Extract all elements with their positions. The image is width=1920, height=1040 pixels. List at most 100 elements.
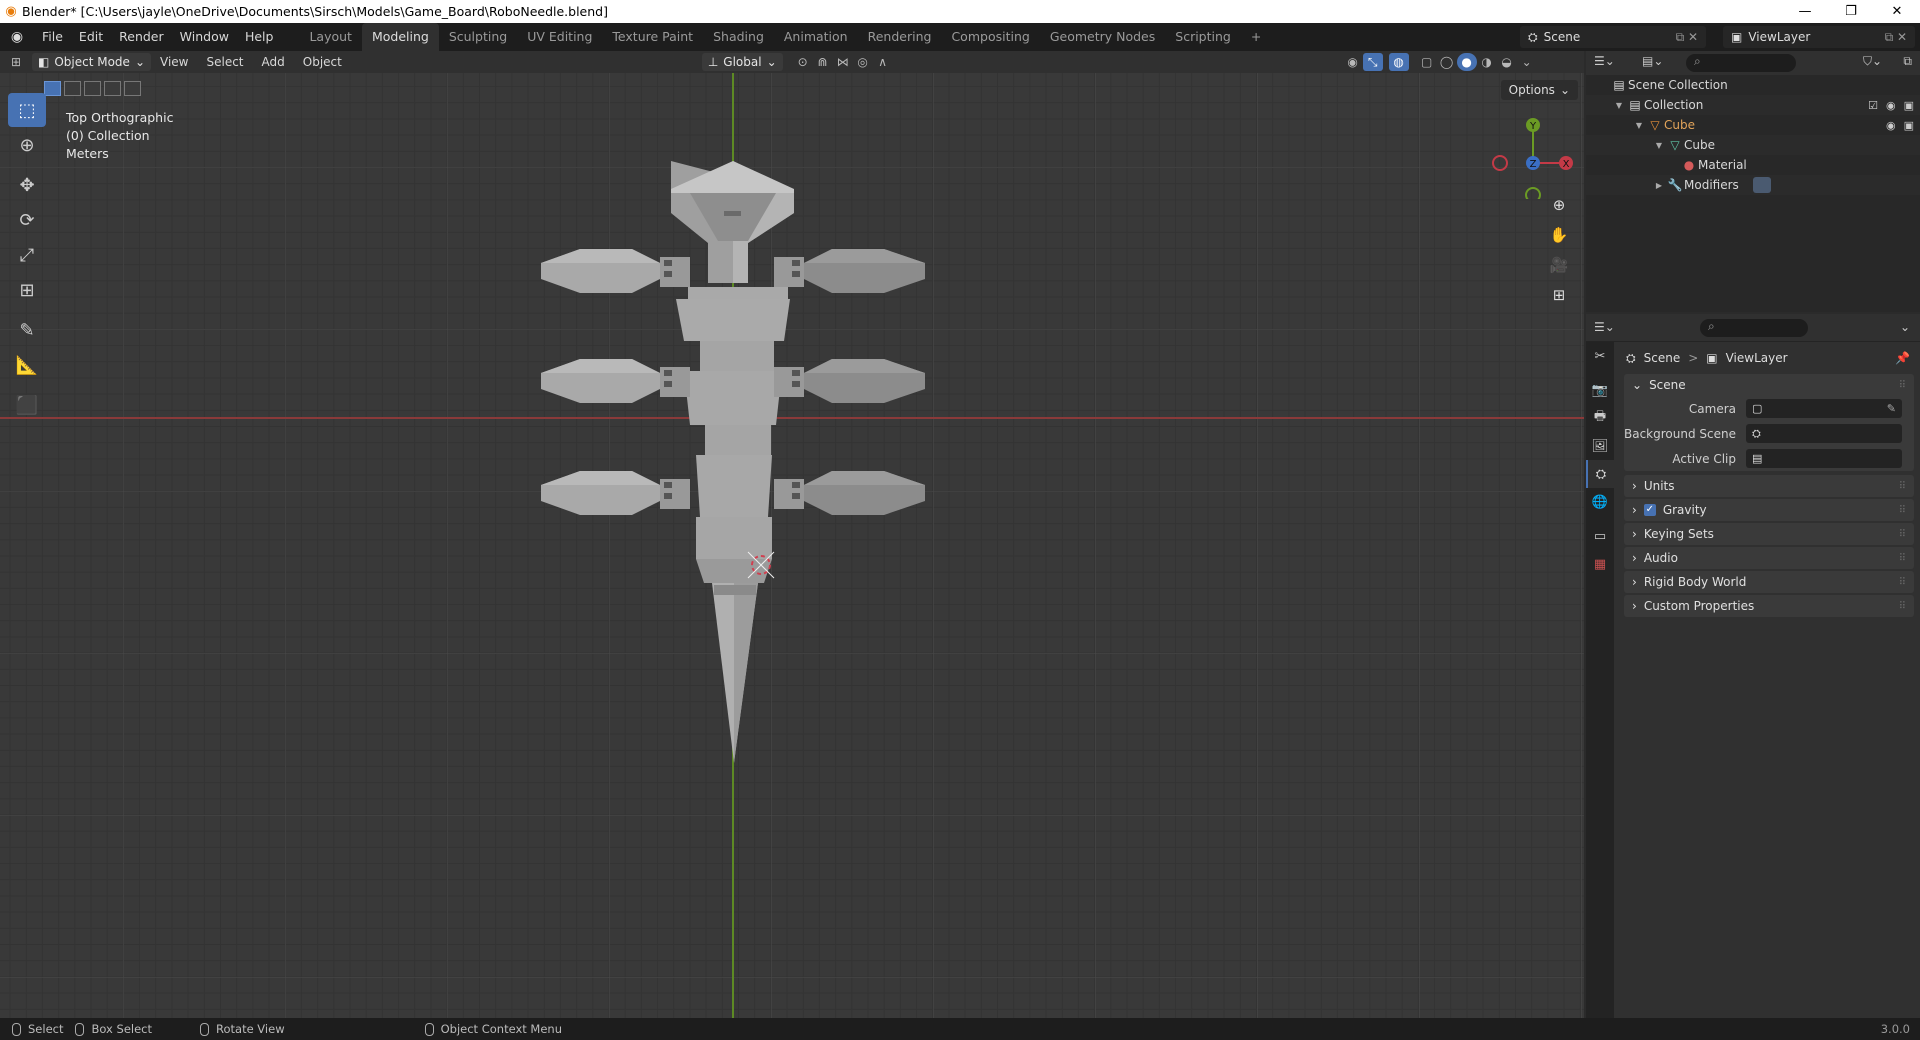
tab-texture-paint[interactable]: Texture Paint: [602, 23, 703, 51]
new-view-layer-icon[interactable]: ⧉ ✕: [1885, 30, 1907, 45]
tab-sculpting[interactable]: Sculpting: [439, 23, 517, 51]
properties-editor-icon[interactable]: ☰⌄: [1594, 320, 1615, 334]
menu-window[interactable]: Window: [172, 23, 237, 51]
texture-tab-icon[interactable]: ▦: [1586, 550, 1614, 578]
camera-render-icon[interactable]: ▣: [1904, 119, 1914, 132]
blender-menu-icon[interactable]: ◉: [0, 29, 34, 45]
tab-rendering[interactable]: Rendering: [858, 23, 942, 51]
world-tab-icon[interactable]: 🌐: [1586, 488, 1614, 516]
outliner-editor-icon[interactable]: ☰⌄: [1594, 54, 1615, 68]
maximize-button[interactable]: ❐: [1828, 4, 1874, 19]
tab-geometry-nodes[interactable]: Geometry Nodes: [1040, 23, 1165, 51]
display-mode-icon[interactable]: ▤⌄: [1642, 54, 1663, 68]
snap-icon[interactable]: ⋒: [813, 53, 833, 71]
falloff-icon[interactable]: ∧: [873, 53, 893, 71]
editor-type-icon[interactable]: ⊞: [6, 53, 26, 71]
drag-handle-icon[interactable]: ⠿: [1899, 481, 1906, 492]
xray-toggle-icon[interactable]: ▢: [1417, 53, 1437, 71]
overlay-toggle-icon[interactable]: ◍: [1388, 53, 1409, 71]
collection-tab-icon[interactable]: ▭: [1586, 522, 1614, 550]
tab-animation[interactable]: Animation: [774, 23, 858, 51]
menu-render[interactable]: Render: [111, 23, 172, 51]
eyedropper-icon[interactable]: ✎: [1887, 402, 1896, 415]
tab-scripting[interactable]: Scripting: [1165, 23, 1241, 51]
new-collection-icon[interactable]: ⧉: [1903, 54, 1912, 69]
rigid-body-world-panel[interactable]: › Rigid Body World ⠿: [1624, 571, 1914, 593]
zoom-icon[interactable]: ⊕: [1547, 193, 1571, 217]
menu-select[interactable]: Select: [197, 55, 252, 69]
menu-help[interactable]: Help: [237, 23, 282, 51]
outliner-row-modifiers[interactable]: ▶ 🔧 Modifiers: [1586, 175, 1920, 195]
output-tab-icon[interactable]: 🖶: [1586, 404, 1614, 432]
gizmo-neg-x-axis[interactable]: [1492, 155, 1508, 171]
units-panel[interactable]: › Units ⠿: [1624, 475, 1914, 497]
camera-render-icon[interactable]: ▣: [1904, 99, 1914, 112]
3d-cursor-icon[interactable]: [747, 551, 775, 579]
proportional-editing-icon[interactable]: ◎: [853, 53, 873, 71]
menu-object[interactable]: Object: [294, 55, 351, 69]
properties-search-input[interactable]: ⌕: [1700, 319, 1808, 337]
active-clip-field[interactable]: ▤: [1746, 449, 1902, 468]
3d-viewport[interactable]: ⬚ ⊕ ✥ ⟳ ⤢ ⊞ ✎ 📐 ⬛ Top Orthographic (0) C…: [0, 73, 1584, 1018]
eye-icon[interactable]: ◉: [1886, 119, 1896, 132]
outliner-row-cube-mesh[interactable]: ▼ ▽ Cube: [1586, 135, 1920, 155]
outliner-row-scene-collection[interactable]: ▤ Scene Collection: [1586, 75, 1920, 95]
close-button[interactable]: ✕: [1874, 4, 1920, 19]
outliner-row-collection[interactable]: ▼ ▤ Collection ☑ ◉ ▣: [1586, 95, 1920, 115]
camera-field[interactable]: ▢ ✎: [1746, 399, 1902, 418]
view-layer-selector[interactable]: ▣ ViewLayer ⧉ ✕: [1723, 26, 1915, 48]
menu-view[interactable]: View: [151, 55, 197, 69]
chevron-down-icon[interactable]: ⌄: [1900, 320, 1910, 334]
navigation-gizmo[interactable]: Y X Z: [1488, 109, 1578, 199]
view-layer-tab-icon[interactable]: 🖼: [1586, 432, 1614, 460]
add-workspace-button[interactable]: +: [1241, 23, 1271, 51]
snap-target-icon[interactable]: ⋈: [833, 53, 853, 71]
custom-properties-panel[interactable]: › Custom Properties ⠿: [1624, 595, 1914, 617]
tab-layout[interactable]: Layout: [299, 23, 362, 51]
keying-sets-panel[interactable]: › Keying Sets ⠿: [1624, 523, 1914, 545]
audio-panel[interactable]: › Audio ⠿: [1624, 547, 1914, 569]
eye-icon[interactable]: ◉: [1886, 99, 1896, 112]
outliner-row-material[interactable]: ● Material: [1586, 155, 1920, 175]
drag-handle-icon[interactable]: ⠿: [1899, 553, 1906, 564]
perspective-grid-icon[interactable]: ⊞: [1547, 283, 1571, 307]
minimize-button[interactable]: —: [1782, 4, 1828, 19]
material-preview-icon[interactable]: ◑: [1477, 53, 1497, 71]
new-scene-icon[interactable]: ⧉ ✕: [1676, 30, 1698, 45]
gravity-panel[interactable]: › ✓ Gravity ⠿: [1624, 499, 1914, 521]
menu-file[interactable]: File: [34, 23, 71, 51]
visibility-icon[interactable]: ◉: [1343, 53, 1363, 71]
expand-triangle-icon[interactable]: ▼: [1652, 141, 1666, 150]
wireframe-shading-icon[interactable]: ◯: [1437, 53, 1457, 71]
solid-shading-icon[interactable]: ●: [1456, 53, 1477, 71]
tool-tab-icon[interactable]: ✂: [1586, 342, 1614, 370]
drag-handle-icon[interactable]: ⠿: [1899, 529, 1906, 540]
pivot-point-icon[interactable]: ⊙: [793, 53, 813, 71]
scene-panel-header[interactable]: ⌄ Scene ⠿: [1624, 374, 1914, 396]
tab-compositing[interactable]: Compositing: [941, 23, 1039, 51]
drag-handle-icon[interactable]: ⠿: [1899, 505, 1906, 516]
outliner-search-input[interactable]: ⌕: [1686, 54, 1796, 72]
pin-icon[interactable]: 📌: [1895, 351, 1910, 365]
exclude-checkbox-icon[interactable]: ☑: [1868, 99, 1878, 112]
pan-hand-icon[interactable]: ✋: [1547, 223, 1571, 247]
expand-triangle-icon[interactable]: ▼: [1632, 121, 1646, 130]
menu-edit[interactable]: Edit: [71, 23, 111, 51]
drag-handle-icon[interactable]: ⠿: [1899, 601, 1906, 612]
camera-view-icon[interactable]: 🎥: [1547, 253, 1571, 277]
drag-handle-icon[interactable]: ⠿: [1899, 380, 1906, 391]
tab-shading[interactable]: Shading: [703, 23, 774, 51]
gizmo-toggle-icon[interactable]: ⤡: [1362, 53, 1383, 71]
outliner-row-cube-object[interactable]: ▼ ▽ Cube ◉ ▣: [1586, 115, 1920, 135]
shading-options-icon[interactable]: ⌄: [1517, 53, 1537, 71]
render-tab-icon[interactable]: 📷: [1586, 376, 1614, 404]
menu-add[interactable]: Add: [253, 55, 294, 69]
rendered-shading-icon[interactable]: ◒: [1497, 53, 1517, 71]
filter-icon[interactable]: ⛉⌄: [1863, 54, 1882, 69]
expand-triangle-icon[interactable]: ▶: [1652, 181, 1666, 190]
drag-handle-icon[interactable]: ⠿: [1899, 577, 1906, 588]
gravity-checkbox[interactable]: ✓: [1643, 504, 1656, 516]
background-scene-field[interactable]: ⛭: [1746, 424, 1902, 443]
gizmo-neg-y-axis[interactable]: [1525, 187, 1541, 199]
object-mode-dropdown[interactable]: ◧ Object Mode ⌄: [32, 53, 151, 71]
